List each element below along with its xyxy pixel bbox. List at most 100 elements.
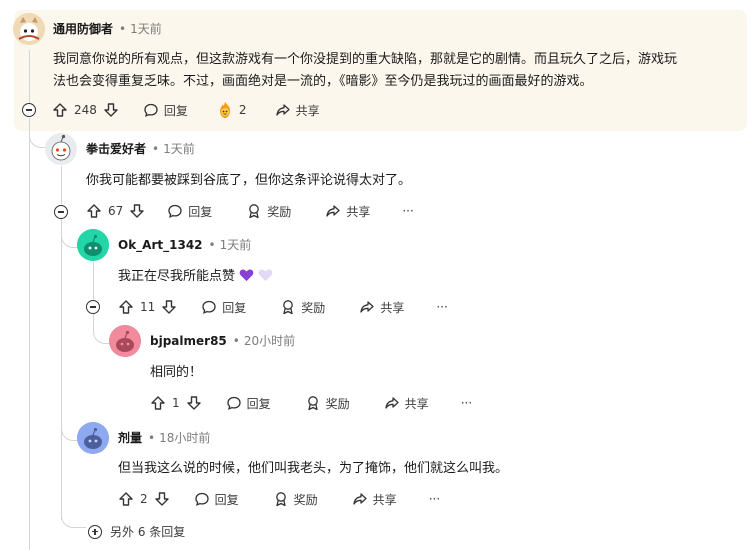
award-emoji-icon — [219, 102, 230, 118]
timestamp[interactable]: 18小时前 — [159, 431, 210, 445]
vote-group: 248 — [52, 102, 119, 118]
username[interactable]: 拳击爱好者 — [86, 142, 146, 156]
award-label: 奖励 — [267, 204, 292, 219]
downvote-icon[interactable] — [161, 299, 177, 315]
collapse-thread-button[interactable] — [22, 103, 36, 117]
more-options-icon: ··· — [460, 396, 473, 410]
light-purple-heart-icon — [258, 269, 273, 282]
timestamp[interactable]: 20小时前 — [244, 334, 295, 348]
purple-heart-icon — [239, 269, 254, 282]
reply-label: 回复 — [222, 300, 247, 315]
user-avatar-icon — [77, 422, 109, 454]
award-button[interactable]: 奖励 — [273, 491, 318, 508]
timestamp[interactable]: 1天前 — [220, 238, 252, 252]
comment-meta: 拳击爱好者 • 1天前 — [86, 142, 195, 156]
comment-text: 我正在尽我所能点赞 — [118, 269, 236, 284]
downvote-icon[interactable] — [103, 102, 119, 118]
vote-group: 2 — [118, 491, 170, 507]
upvote-icon[interactable] — [52, 102, 68, 118]
reply-button[interactable]: 回复 — [194, 491, 239, 508]
reply-icon — [168, 204, 182, 218]
share-label: 共享 — [380, 300, 405, 315]
award-icon — [275, 492, 286, 507]
upvote-icon[interactable] — [150, 395, 166, 411]
reply-button[interactable]: 回复 — [201, 299, 246, 316]
comment-actions: 67 回复 奖励 共享 ··· — [86, 199, 414, 223]
share-icon — [360, 301, 374, 313]
timestamp[interactable]: 1天前 — [163, 142, 195, 156]
comment-line: 法也会变得重复乏味。不过，画面绝对是一流的，《暗影》至今仍是我玩过的画面最好的游… — [53, 74, 593, 89]
more-options-button[interactable]: ··· — [461, 396, 472, 410]
upvote-icon[interactable] — [118, 491, 134, 507]
comment-actions: 2 回复 奖励 共享 ··· — [118, 487, 440, 511]
collapse-thread-button[interactable] — [86, 300, 100, 314]
share-button[interactable]: 共享 — [275, 102, 320, 119]
share-button[interactable]: 共享 — [384, 395, 429, 412]
avatar[interactable] — [77, 229, 109, 261]
plus-circle-icon — [88, 524, 102, 539]
downvote-icon[interactable] — [186, 395, 202, 411]
reply-button[interactable]: 回复 — [143, 102, 188, 119]
vote-count: 67 — [108, 204, 124, 218]
share-label: 共享 — [372, 492, 397, 507]
share-icon — [326, 205, 340, 217]
user-avatar-icon — [77, 229, 109, 261]
thread-line-level3 — [93, 262, 94, 300]
more-options-button[interactable]: ··· — [402, 204, 413, 218]
user-avatar-icon — [109, 325, 141, 357]
reply-button[interactable]: 回复 — [167, 203, 212, 220]
award-button[interactable]: 2 — [216, 101, 247, 119]
reply-label: 回复 — [214, 492, 239, 507]
award-label: 奖励 — [325, 396, 350, 411]
reply-icon — [144, 103, 158, 117]
comment-body: 我正在尽我所能点赞 — [118, 266, 273, 288]
share-icon — [385, 397, 399, 409]
comment-actions: 11 回复 奖励 共享 ··· — [118, 295, 448, 319]
reply-button[interactable]: 回复 — [226, 395, 271, 412]
avatar[interactable] — [45, 133, 77, 165]
award-icon — [307, 396, 318, 411]
downvote-icon[interactable] — [154, 491, 170, 507]
comment-meta: 通用防御者 • 1天前 — [53, 22, 162, 36]
avatar[interactable] — [13, 13, 45, 45]
username[interactable]: 通用防御者 — [53, 22, 113, 36]
vote-group: 67 — [86, 203, 145, 219]
award-button[interactable]: 奖励 — [246, 203, 291, 220]
username[interactable]: 剂量 — [118, 431, 142, 445]
comment-actions: 1 回复 奖励 共享 ··· — [150, 391, 472, 415]
timestamp[interactable]: 1天前 — [130, 22, 162, 36]
award-label: 奖励 — [301, 300, 326, 315]
more-options-icon: ··· — [402, 204, 414, 218]
award-count: 2 — [238, 103, 247, 117]
avatar[interactable] — [109, 325, 141, 357]
award-button[interactable]: 奖励 — [305, 395, 350, 412]
comment-body: 但当我这么说的时候，他们叫我老头，为了掩饰，他们就这么叫我。 — [118, 461, 509, 476]
comment-meta: bjpalmer85 • 20小时前 — [150, 334, 296, 348]
thread-line-level2 — [61, 166, 62, 204]
vote-count: 248 — [74, 103, 97, 117]
share-button[interactable]: 共享 — [352, 491, 397, 508]
more-replies-button[interactable]: 另外 6 条回复 — [88, 523, 185, 540]
username[interactable]: Ok_Art_1342 — [118, 238, 203, 252]
more-replies-label: 另外 6 条回复 — [110, 525, 186, 539]
share-icon — [353, 493, 367, 505]
share-label: 共享 — [295, 103, 320, 118]
upvote-icon[interactable] — [86, 203, 102, 219]
more-options-button[interactable]: ··· — [436, 300, 447, 314]
award-button[interactable]: 奖励 — [280, 299, 325, 316]
reply-icon — [194, 492, 209, 506]
more-options-button[interactable]: ··· — [429, 492, 440, 506]
share-icon — [275, 104, 290, 116]
comment-meta: 剂量 • 18小时前 — [118, 431, 211, 445]
thread-branch — [29, 125, 46, 148]
downvote-icon[interactable] — [129, 203, 145, 219]
avatar[interactable] — [77, 422, 109, 454]
collapse-thread-button[interactable] — [54, 205, 68, 219]
share-button[interactable]: 共享 — [325, 203, 370, 220]
reply-label: 回复 — [163, 103, 188, 118]
share-button[interactable]: 共享 — [359, 299, 404, 316]
vote-group: 11 — [118, 299, 177, 315]
more-options-icon: ··· — [428, 492, 441, 506]
username[interactable]: bjpalmer85 — [150, 334, 227, 348]
upvote-icon[interactable] — [118, 299, 134, 315]
